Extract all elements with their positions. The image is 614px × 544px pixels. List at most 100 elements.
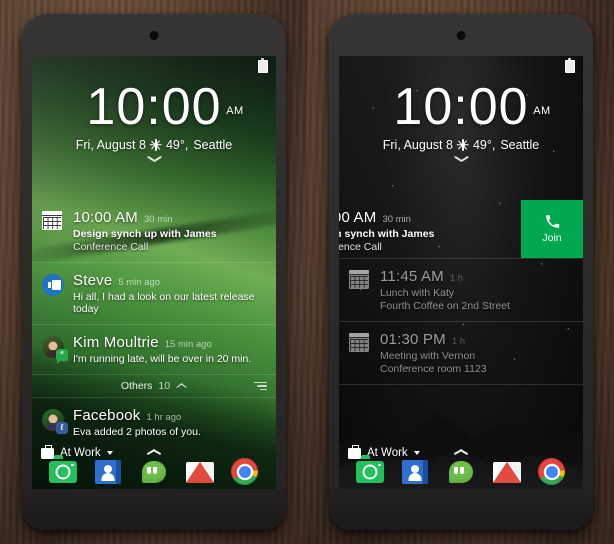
sun-icon xyxy=(456,139,469,151)
notification-card[interactable]: Steve 5 min ago Hi all, I had a look on … xyxy=(32,263,276,325)
phone-device-right: 10:00 AM Fri, August 8 49°, Seattle 0 AM… xyxy=(329,14,593,530)
notification-meta: 15 min ago xyxy=(164,339,212,350)
notification-card[interactable]: 11:45 AM 1 h Lunch with Katy Fourth Coff… xyxy=(339,259,583,322)
chrome-app-icon[interactable] xyxy=(231,458,259,486)
notification-meta: 1 hr ago xyxy=(146,412,182,423)
phone-screen-left[interactable]: 10:00 AM Fri, August 8 49°, Seattle 10:0… xyxy=(32,56,276,489)
notification-line3: Fourth Coffee on 2nd Street xyxy=(380,300,510,312)
notification-title: 10:00 AM xyxy=(73,209,138,226)
right-panel: 10:00 AM Fri, August 8 49°, Seattle 0 AM… xyxy=(307,0,614,544)
phone-device-left: 10:00 AM Fri, August 8 49°, Seattle 10:0… xyxy=(22,14,286,530)
notification-meta: 30 min xyxy=(382,214,411,225)
notification-line2: I'm running late, will be over in 20 min… xyxy=(73,353,252,365)
notification-list-right[interactable]: 0:00 AM 30 min sign synch with James nfe… xyxy=(339,200,583,445)
bottom-bar-left: At Work xyxy=(32,444,276,489)
phone-screen-right[interactable]: 10:00 AM Fri, August 8 49°, Seattle 0 AM… xyxy=(339,56,583,489)
calendar-icon xyxy=(349,270,371,292)
notification-line3: Conference room 1123 xyxy=(380,363,487,375)
chevron-down-icon[interactable] xyxy=(454,157,468,165)
app-dock-left[interactable] xyxy=(32,455,276,486)
hangouts-app-icon[interactable] xyxy=(447,458,475,486)
battery-icon xyxy=(258,58,268,73)
status-bar-left xyxy=(32,56,276,74)
caret-down-icon[interactable] xyxy=(106,451,113,455)
clock-digits: 10:00 xyxy=(86,78,222,136)
lockscreen-clock-left[interactable]: 10:00 AM Fri, August 8 49°, Seattle xyxy=(32,80,276,165)
top-bezel-right xyxy=(329,14,593,56)
notification-line2: Lunch with Katy xyxy=(380,287,455,299)
facebook-badge-icon: f xyxy=(56,422,68,434)
people-app-icon[interactable] xyxy=(94,458,122,486)
clock-ampm: AM xyxy=(533,105,551,117)
notification-title: 11:45 AM xyxy=(380,268,444,285)
notification-meta: 30 min xyxy=(143,214,173,225)
battery-icon xyxy=(565,58,575,73)
chevron-down-icon[interactable] xyxy=(147,157,161,165)
swiped-notification-card[interactable]: 0:00 AM 30 min sign synch with James nfe… xyxy=(339,200,583,259)
notification-line2: Eva added 2 photos of you. xyxy=(73,426,201,438)
notification-line2: Hi all, I had a look on our latest relea… xyxy=(73,291,255,315)
notification-title: Facebook xyxy=(73,407,141,424)
app-dock-right[interactable] xyxy=(339,455,583,486)
camera-app-icon[interactable] xyxy=(355,455,384,486)
hangouts-app-icon[interactable] xyxy=(140,458,168,486)
notification-body: Facebook 1 hr ago Eva added 2 photos of … xyxy=(73,407,266,438)
bottom-bar-right: At Work xyxy=(339,444,583,489)
clock-location: Seattle xyxy=(193,138,233,152)
notification-line2: Design synch up with James xyxy=(73,228,217,240)
notification-card[interactable]: “ Kim Moultrie 15 min ago I'm running la… xyxy=(32,325,276,375)
gmail-app-icon[interactable] xyxy=(185,458,214,486)
notification-body: 01:30 PM 1 h Meeting with Vernon Confere… xyxy=(380,331,573,375)
chevron-up-icon[interactable] xyxy=(176,383,187,390)
hangouts-badge-icon: “ xyxy=(56,349,68,364)
clock-location: Seattle xyxy=(500,138,540,152)
screenshot-root: 10:00 AM Fri, August 8 49°, Seattle 10:0… xyxy=(0,0,614,544)
briefcase-icon xyxy=(41,444,54,459)
avatar: f xyxy=(42,409,68,434)
unlock-chevron-up-icon[interactable] xyxy=(454,449,469,457)
unlock-chevron-up-icon[interactable] xyxy=(147,449,162,457)
notification-body: Steve 5 min ago Hi all, I had a look on … xyxy=(73,272,266,315)
notification-card[interactable]: 01:30 PM 1 h Meeting with Vernon Confere… xyxy=(339,322,583,385)
clock-time-left: 10:00 AM xyxy=(86,78,243,136)
others-count: 10 xyxy=(158,380,171,392)
top-bezel-left xyxy=(22,14,286,56)
left-panel: 10:00 AM Fri, August 8 49°, Seattle 10:0… xyxy=(0,0,307,544)
sun-icon xyxy=(149,139,162,151)
gmail-app-icon[interactable] xyxy=(492,458,521,486)
clock-temperature: 49°, xyxy=(472,138,496,152)
clock-ampm: AM xyxy=(226,105,244,117)
notification-meta: 1 h xyxy=(449,273,464,284)
notification-title: 01:30 PM xyxy=(380,331,446,348)
outlook-icon xyxy=(42,274,64,296)
notification-line2: sign synch with James xyxy=(339,228,435,240)
notification-card[interactable]: f Facebook 1 hr ago Eva added 2 photos o… xyxy=(32,398,276,445)
chrome-app-icon[interactable] xyxy=(538,458,566,486)
camera-app-icon[interactable] xyxy=(48,455,77,486)
join-call-button[interactable]: Join xyxy=(521,200,583,258)
others-row[interactable]: Others 10 xyxy=(32,375,276,398)
front-camera-icon xyxy=(149,31,159,40)
lines-icon[interactable] xyxy=(254,382,267,391)
phone-handset-icon xyxy=(545,214,560,229)
bottom-bezel-left xyxy=(22,489,286,530)
notification-body: 10:00 AM 30 min Design synch up with Jam… xyxy=(73,209,266,253)
notification-title: 0:00 AM xyxy=(339,209,377,226)
notification-title: Kim Moultrie xyxy=(73,334,159,351)
notification-title: Steve xyxy=(73,272,113,289)
front-camera-icon xyxy=(456,31,466,40)
clock-date: Fri, August 8 xyxy=(75,138,146,152)
notification-list-left[interactable]: 10:00 AM 30 min Design synch up with Jam… xyxy=(32,200,276,445)
clock-digits: 10:00 xyxy=(393,78,529,136)
caret-down-icon[interactable] xyxy=(413,451,420,455)
briefcase-icon xyxy=(348,444,361,459)
avatar: “ xyxy=(42,336,68,364)
notification-line2: Meeting with Vernon xyxy=(380,350,476,362)
clock-temperature: 49°, xyxy=(165,138,189,152)
people-app-icon[interactable] xyxy=(401,458,429,486)
notification-body: Kim Moultrie 15 min ago I'm running late… xyxy=(73,334,266,365)
clock-date: Fri, August 8 xyxy=(382,138,453,152)
lockscreen-clock-right[interactable]: 10:00 AM Fri, August 8 49°, Seattle xyxy=(339,80,583,165)
notification-card[interactable]: 10:00 AM 30 min Design synch up with Jam… xyxy=(32,200,276,263)
notification-meta: 1 h xyxy=(451,336,466,347)
